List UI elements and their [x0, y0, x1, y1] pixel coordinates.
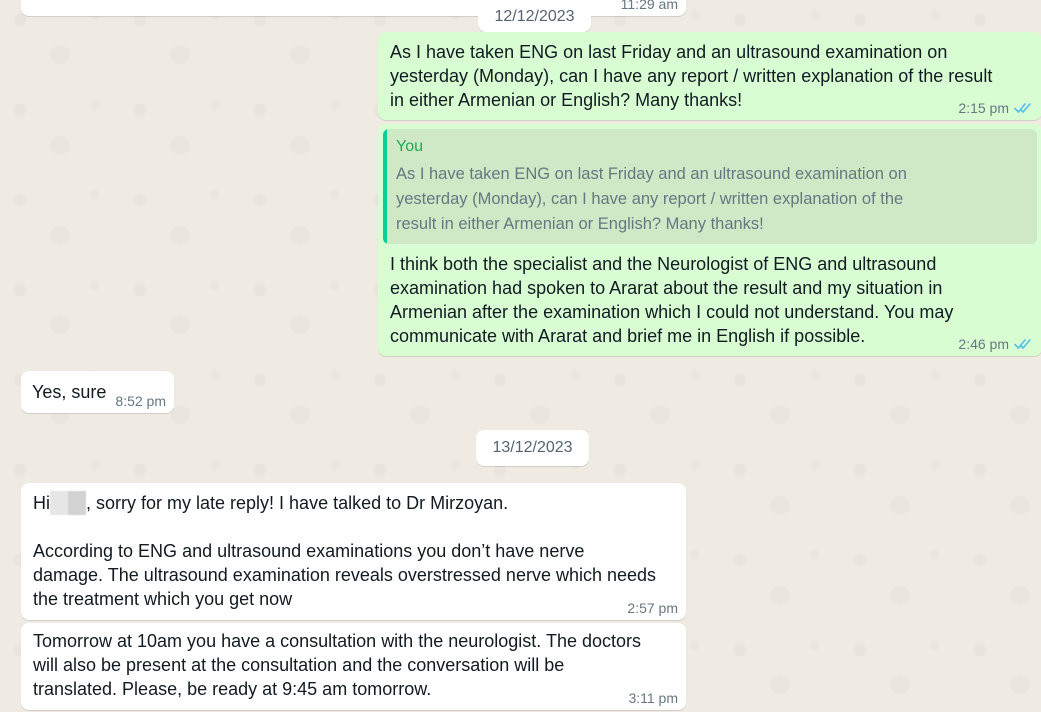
date-label: 13/12/2023: [492, 439, 573, 456]
message-time: 2:57 pm: [627, 600, 678, 616]
message-text: Yes, sure: [32, 382, 107, 402]
message-text: Hi, sorry for my late reply! I have talk…: [33, 491, 678, 611]
message-bubble-incoming[interactable]: Yes, sure 8:52 pm: [21, 371, 174, 413]
message-meta: 3:11 pm: [628, 690, 678, 706]
redacted-name: [50, 491, 86, 515]
message-text: Tomorrow at 10am you have a consultation…: [33, 631, 642, 699]
quote-accent-bar: [383, 129, 387, 244]
message-bubble-outgoing[interactable]: As I have taken ENG on last Friday and a…: [378, 32, 1041, 120]
message-meta: 2:46 pm: [958, 336, 1034, 352]
message-bubble-incoming[interactable]: Tomorrow at 10am you have a consultation…: [21, 623, 686, 710]
message-time: 8:52 pm: [115, 393, 166, 409]
double-check-icon: [1014, 103, 1031, 113]
message-meta: 2:57 pm: [627, 600, 678, 616]
date-separator: 12/12/2023: [478, 1, 591, 32]
quote-author: You: [396, 138, 423, 155]
double-check-icon: [1014, 339, 1031, 349]
message-bubble-outgoing-reply[interactable]: You As I have taken ENG on last Friday a…: [378, 124, 1041, 356]
message-bubble-incoming[interactable]: Hi, sorry for my late reply! I have talk…: [21, 483, 686, 620]
message-greeting: Hi: [33, 493, 50, 513]
message-time: 2:15 pm: [958, 100, 1009, 116]
message-text: I think both the specialist and the Neur…: [390, 254, 954, 346]
quote-text: As I have taken ENG on last Friday and a…: [396, 165, 907, 233]
message-meta: 2:15 pm: [958, 100, 1034, 116]
date-separator: 13/12/2023: [476, 430, 589, 466]
message-body: , sorry for my late reply! I have talked…: [33, 493, 657, 609]
message-time: 11:29 am: [620, 0, 678, 12]
message-text: As I have taken ENG on last Friday and a…: [390, 42, 993, 110]
message-time: 3:11 pm: [628, 690, 678, 706]
date-label: 12/12/2023: [494, 8, 575, 25]
quoted-message[interactable]: You As I have taken ENG on last Friday a…: [383, 129, 1037, 244]
message-meta: 8:52 pm: [115, 393, 166, 409]
message-time: 2:46 pm: [958, 336, 1009, 352]
